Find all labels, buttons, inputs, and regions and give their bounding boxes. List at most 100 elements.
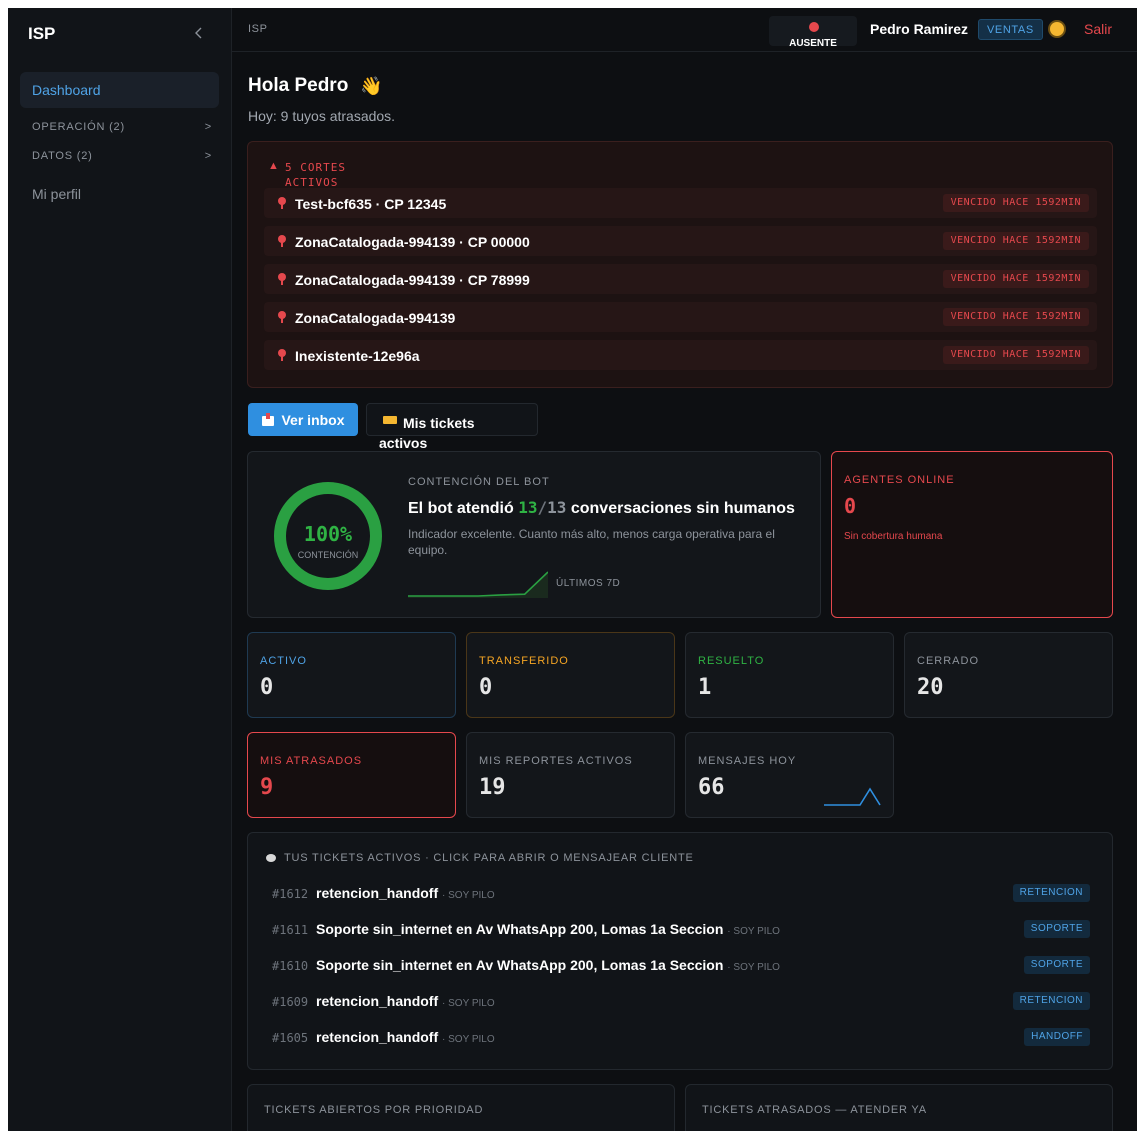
sidebar-item-mi-perfil[interactable]: Mi perfil — [32, 186, 81, 202]
stat-card-mis-atrasados[interactable]: MIS ATRASADOS 9 — [247, 732, 456, 818]
overdue-tickets-card: TICKETS ATRASADOS — ATENDER YA — [685, 1084, 1113, 1131]
stat-value: 1 — [698, 675, 712, 700]
ticket-row[interactable]: #1610 Soporte sin_internet en Av WhatsAp… — [272, 954, 1090, 978]
sparkline-line — [408, 571, 548, 597]
page-title: Hola Pedro 👋 — [248, 75, 383, 97]
ticket-row[interactable]: #1612 retencion_handoff · SOY PILO RETEN… — [272, 882, 1090, 906]
greeting-title: Hola Pedro — [248, 75, 349, 96]
chevron-right-icon: > — [204, 121, 212, 133]
ticket-row[interactable]: #1611 Soporte sin_internet en Av WhatsAp… — [272, 918, 1090, 942]
tickets-by-priority-label: TICKETS ABIERTOS POR PRIORIDAD — [264, 1104, 484, 1116]
outage-name: ZonaCatalogada-994139 — [295, 310, 456, 326]
messages-sparkline — [824, 787, 881, 806]
pin-icon — [278, 349, 286, 361]
bot-title: El bot atendió 13/13 conversaciones sin … — [408, 498, 795, 518]
stat-value: 66 — [698, 775, 725, 800]
bot-title-pre: El bot atendió — [408, 500, 514, 517]
tickets-by-priority-card: TICKETS ABIERTOS POR PRIORIDAD — [247, 1084, 675, 1131]
logout-link[interactable]: Salir — [1084, 21, 1112, 37]
stat-value: 0 — [260, 675, 274, 700]
ring-label: CONTENCIÓN — [298, 550, 359, 560]
outage-row[interactable]: ZonaCatalogada-994139 · CP 00000 VENCIDO… — [264, 226, 1097, 256]
ticket-title-text: Soporte sin_internet en Av WhatsApp 200,… — [316, 957, 724, 973]
outage-row[interactable]: ZonaCatalogada-994139 · CP 78999 VENCIDO… — [264, 264, 1097, 294]
pin-icon — [278, 197, 286, 209]
agents-label: AGENTES ONLINE — [844, 474, 955, 486]
ticket-id: #1609 — [272, 995, 309, 1009]
agents-online-card: AGENTES ONLINE 0 Sin cobertura humana — [831, 451, 1113, 618]
outage-row[interactable]: Inexistente-12e96a VENCIDO HACE 1592MIN — [264, 340, 1097, 370]
stat-label: RESUELTO — [698, 655, 765, 667]
sun-icon[interactable] — [1050, 22, 1064, 36]
outage-row[interactable]: ZonaCatalogada-994139 VENCIDO HACE 1592M… — [264, 302, 1097, 332]
sidebar-item-dashboard[interactable]: Dashboard — [20, 72, 219, 108]
stat-label: MENSAJES HOY — [698, 755, 797, 767]
status-toggle[interactable]: AUSENTE — [769, 16, 857, 49]
overdue-tickets-label: TICKETS ATRASADOS — ATENDER YA — [702, 1104, 927, 1116]
outage-row[interactable]: Test-bcf635 · CP 12345 VENCIDO HACE 1592… — [264, 188, 1097, 218]
overdue-badge: VENCIDO HACE 1592MIN — [942, 194, 1089, 212]
outages-title: 5 CORTES ACTIVOS — [285, 161, 346, 189]
outages-panel: ▲ 5 CORTES ACTIVOS Test-bcf635 · CP 1234… — [247, 141, 1113, 388]
ticket-title: retencion_handoff · SOY PILO — [316, 993, 495, 1009]
user-name: Pedro Ramirez — [870, 21, 969, 37]
overdue-badge: VENCIDO HACE 1592MIN — [942, 346, 1089, 364]
sidebar-group-label: OPERACIÓN (2) — [32, 121, 125, 133]
chevron-right-icon: > — [204, 150, 212, 162]
pin-icon — [278, 311, 286, 323]
pin-icon — [278, 235, 286, 247]
ticket-owner: · SOY PILO — [727, 962, 780, 973]
agents-value: 0 — [844, 494, 857, 518]
role-badge: VENTAS — [978, 19, 1043, 40]
chevron-left-icon[interactable] — [192, 25, 206, 41]
outage-name: Test-bcf635 · CP 12345 — [295, 196, 447, 212]
overdue-badge: VENCIDO HACE 1592MIN — [942, 232, 1089, 250]
active-tickets-panel: TUS TICKETS ACTIVOS · CLICK PARA ABRIR O… — [247, 832, 1113, 1070]
sparkline-label: ÚLTIMOS 7D — [556, 578, 621, 589]
stat-value: 20 — [917, 675, 944, 700]
ticket-tag: HANDOFF — [1024, 1028, 1090, 1046]
ticket-owner: · SOY PILO — [442, 998, 495, 1009]
my-tickets-label: Mis tickets activos — [379, 415, 475, 451]
wave-icon: 👋 — [360, 75, 383, 96]
stat-card-activo[interactable]: ACTIVO 0 — [247, 632, 456, 718]
ticket-tag: SOPORTE — [1023, 956, 1090, 974]
chat-bubble-icon — [266, 854, 276, 862]
containment-ring: 100% CONTENCIÓN — [274, 482, 382, 590]
inbox-label: Ver inbox — [281, 411, 345, 428]
ticket-owner: · SOY PILO — [442, 1034, 495, 1045]
brand-logo: ISP — [28, 24, 56, 43]
outage-name: Inexistente-12e96a — [295, 348, 420, 364]
stat-card-mis-reportes[interactable]: MIS REPORTES ACTIVOS 19 — [466, 732, 675, 818]
stat-label: MIS ATRASADOS — [260, 755, 363, 767]
ticket-owner: · SOY PILO — [442, 890, 495, 901]
status-dot-icon — [809, 22, 819, 32]
inbox-icon — [262, 412, 275, 426]
sidebar-group-datos[interactable]: DATOS (2) > — [32, 150, 212, 168]
view-inbox-button[interactable]: Ver inbox — [248, 403, 358, 436]
ticket-row[interactable]: #1605 retencion_handoff · SOY PILO HANDO… — [272, 1026, 1090, 1050]
topbar: ISP AUSENTE Pedro Ramirez VENTAS Salir — [232, 8, 1137, 52]
ticket-title: retencion_handoff · SOY PILO — [316, 885, 495, 901]
ticket-tag: SOPORTE — [1023, 920, 1090, 938]
stat-card-mensajes-hoy[interactable]: MENSAJES HOY 66 — [685, 732, 894, 818]
sidebar-group-operacion[interactable]: OPERACIÓN (2) > — [32, 121, 212, 139]
my-tickets-button[interactable]: Mis tickets activos — [366, 403, 538, 451]
agents-note: Sin cobertura humana — [844, 531, 943, 542]
stat-label: TRANSFERIDO — [479, 655, 569, 667]
bot-total: 13 — [547, 498, 567, 517]
tickets-header-label: TUS TICKETS ACTIVOS · CLICK PARA ABRIR O… — [284, 852, 694, 864]
pin-icon — [278, 273, 286, 285]
stat-card-transferido[interactable]: TRANSFERIDO 0 — [466, 632, 675, 718]
stat-card-resuelto[interactable]: RESUELTO 1 — [685, 632, 894, 718]
sidebar: ISP Dashboard OPERACIÓN (2) > DATOS (2) … — [8, 8, 232, 1131]
ticket-title-text: retencion_handoff — [316, 1029, 439, 1045]
ring-percent: 100% — [304, 522, 352, 546]
stat-label: MIS REPORTES ACTIVOS — [479, 755, 633, 767]
ticket-owner: · SOY PILO — [727, 926, 780, 937]
stat-card-cerrado[interactable]: CERRADO 20 — [904, 632, 1113, 718]
ticket-row[interactable]: #1609 retencion_handoff · SOY PILO RETEN… — [272, 990, 1090, 1014]
stat-label: CERRADO — [917, 655, 980, 667]
ticket-id: #1605 — [272, 1031, 309, 1045]
bot-label: CONTENCIÓN DEL BOT — [408, 476, 550, 488]
